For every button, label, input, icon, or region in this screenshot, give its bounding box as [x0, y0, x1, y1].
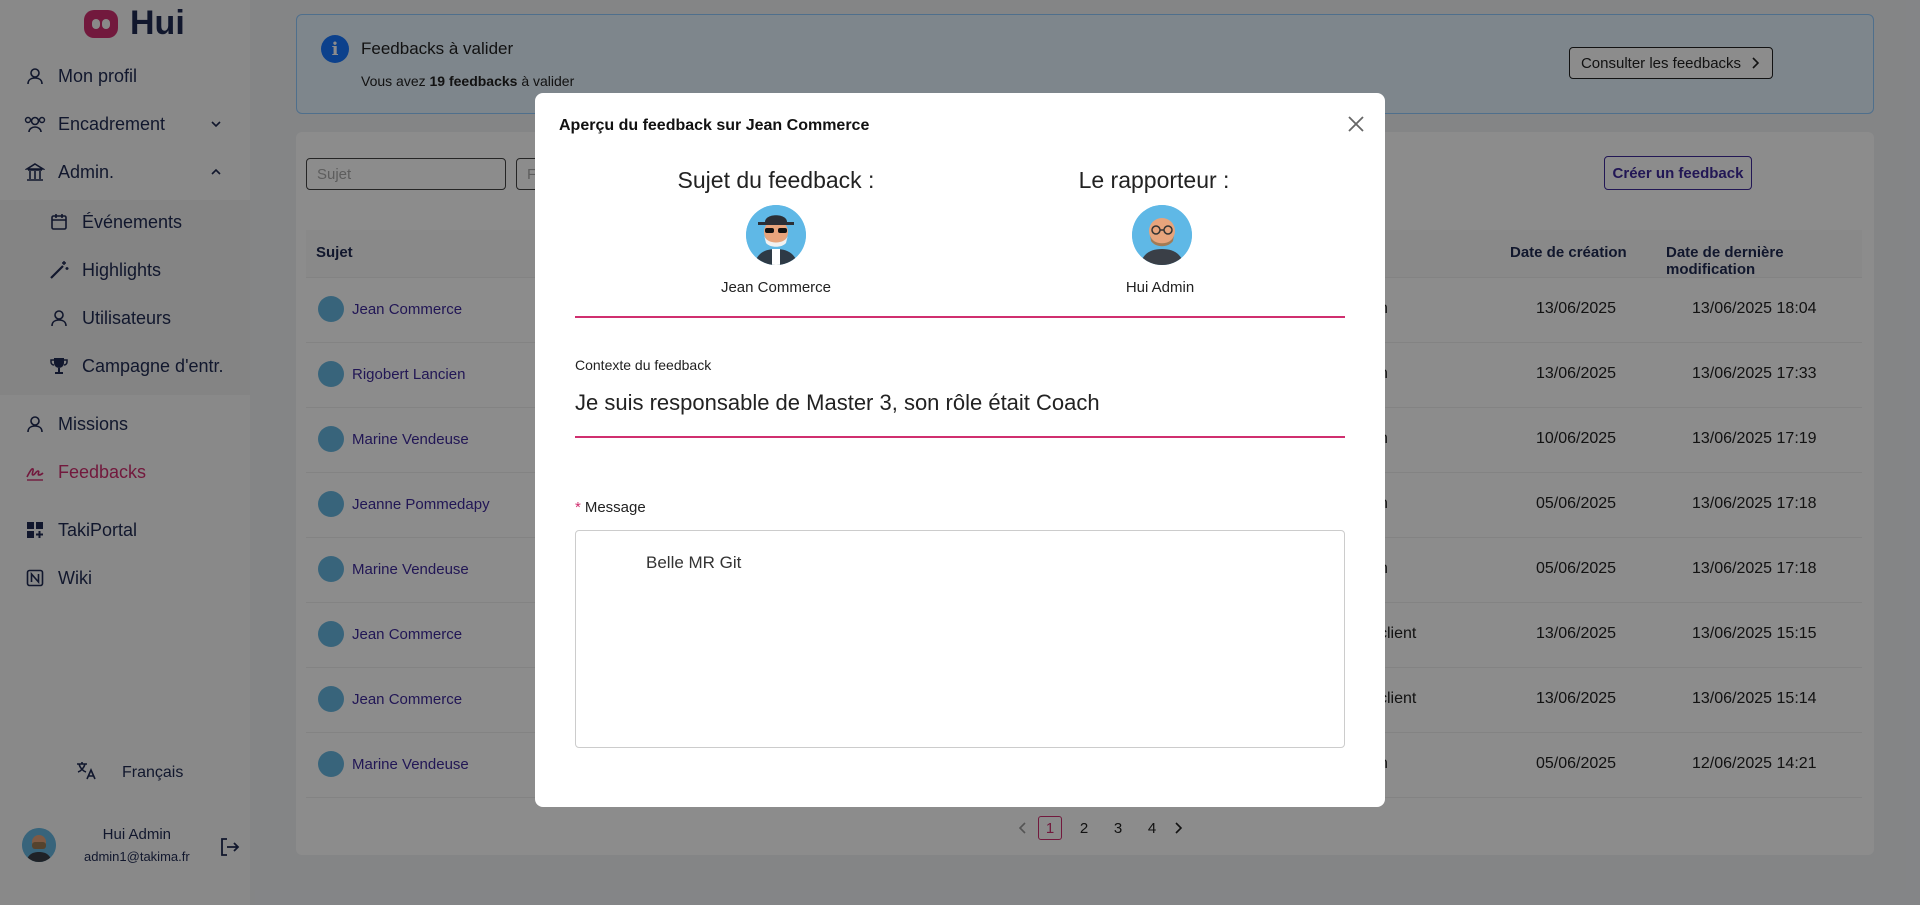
message-label: * Message [575, 499, 646, 516]
reporter-name: Hui Admin [1125, 279, 1195, 296]
required-marker: * [575, 499, 581, 516]
context-text: Je suis responsable de Master 3, son rôl… [575, 390, 1100, 415]
reporter-avatar [1132, 205, 1192, 265]
reporter-title: Le rapporteur : [1078, 167, 1230, 193]
subject-avatar [746, 205, 806, 265]
message-textarea[interactable]: Belle MR Git [575, 530, 1345, 748]
context-label: Contexte du feedback [575, 357, 712, 373]
message-text: Belle MR Git [646, 553, 742, 572]
feedback-preview-modal: Aperçu du feedback sur Jean Commerce Suj… [535, 93, 1385, 807]
modal-title: Aperçu du feedback sur Jean Commerce [559, 117, 870, 134]
divider [575, 436, 1345, 438]
divider [575, 316, 1345, 318]
subject-title: Sujet du feedback : [677, 167, 875, 193]
subject-name: Jean Commerce [720, 279, 832, 296]
close-icon[interactable] [1345, 113, 1367, 135]
